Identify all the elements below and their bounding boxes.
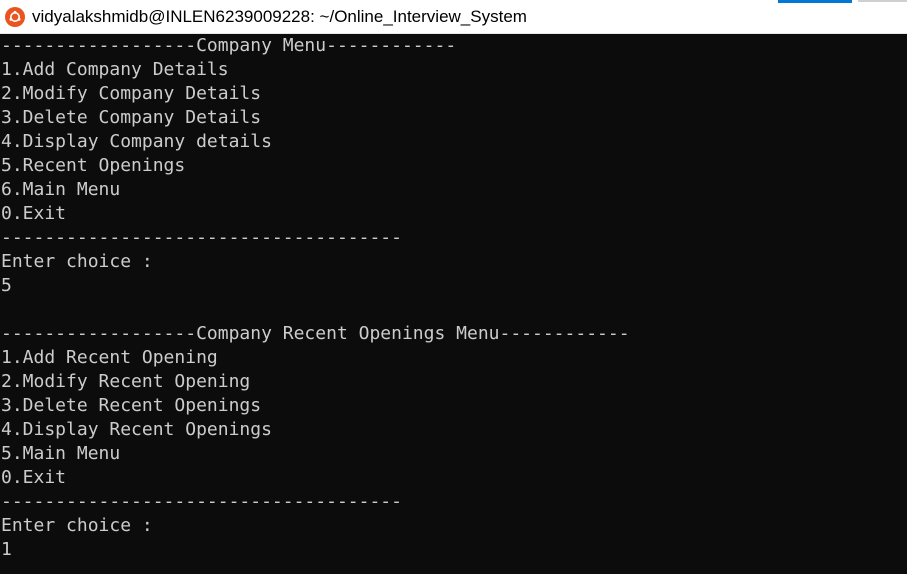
- title-bar[interactable]: vidyalakshmidb@INLEN6239009228: ~/Online…: [0, 0, 907, 34]
- titlebar-accent: [778, 0, 852, 3]
- terminal-line: 0.Exit: [1, 467, 67, 488]
- terminal-line: ------------------Company Recent Opening…: [1, 323, 630, 344]
- terminal-line: -------------------------------------: [1, 227, 402, 248]
- terminal-line: 4.Display Company details: [1, 131, 272, 152]
- terminal-line: 3.Delete Recent Openings: [1, 395, 262, 416]
- terminal-line: 0.Exit: [1, 203, 67, 224]
- terminal-line: 3.Delete Company Details: [1, 107, 262, 128]
- titlebar-accent-secondary: [858, 0, 907, 2]
- terminal-line: 4.Display Recent Openings: [1, 419, 272, 440]
- terminal-line: 5: [1, 275, 12, 296]
- terminal-line: 1.Add Company Details: [1, 59, 229, 80]
- terminal-line: 5.Recent Openings: [1, 155, 186, 176]
- terminal-line: 5.Main Menu: [1, 443, 121, 464]
- terminal-line: Enter choice :: [1, 515, 153, 536]
- terminal-line: ------------------Company Menu----------…: [1, 35, 457, 56]
- terminal-line: 2.Modify Company Details: [1, 83, 262, 104]
- window-title: vidyalakshmidb@INLEN6239009228: ~/Online…: [32, 6, 527, 26]
- terminal-line: Enter choice :: [1, 251, 153, 272]
- terminal-line: 2.Modify Recent Opening: [1, 371, 251, 392]
- terminal-line: 1.Add Recent Opening: [1, 347, 218, 368]
- terminal-window: vidyalakshmidb@INLEN6239009228: ~/Online…: [0, 0, 907, 574]
- terminal-line: 6.Main Menu: [1, 179, 121, 200]
- ubuntu-icon[interactable]: [5, 6, 25, 27]
- terminal-line: -------------------------------------: [1, 491, 402, 512]
- terminal-line: 1: [1, 539, 12, 560]
- terminal-output[interactable]: ------------------Company Menu----------…: [0, 34, 907, 574]
